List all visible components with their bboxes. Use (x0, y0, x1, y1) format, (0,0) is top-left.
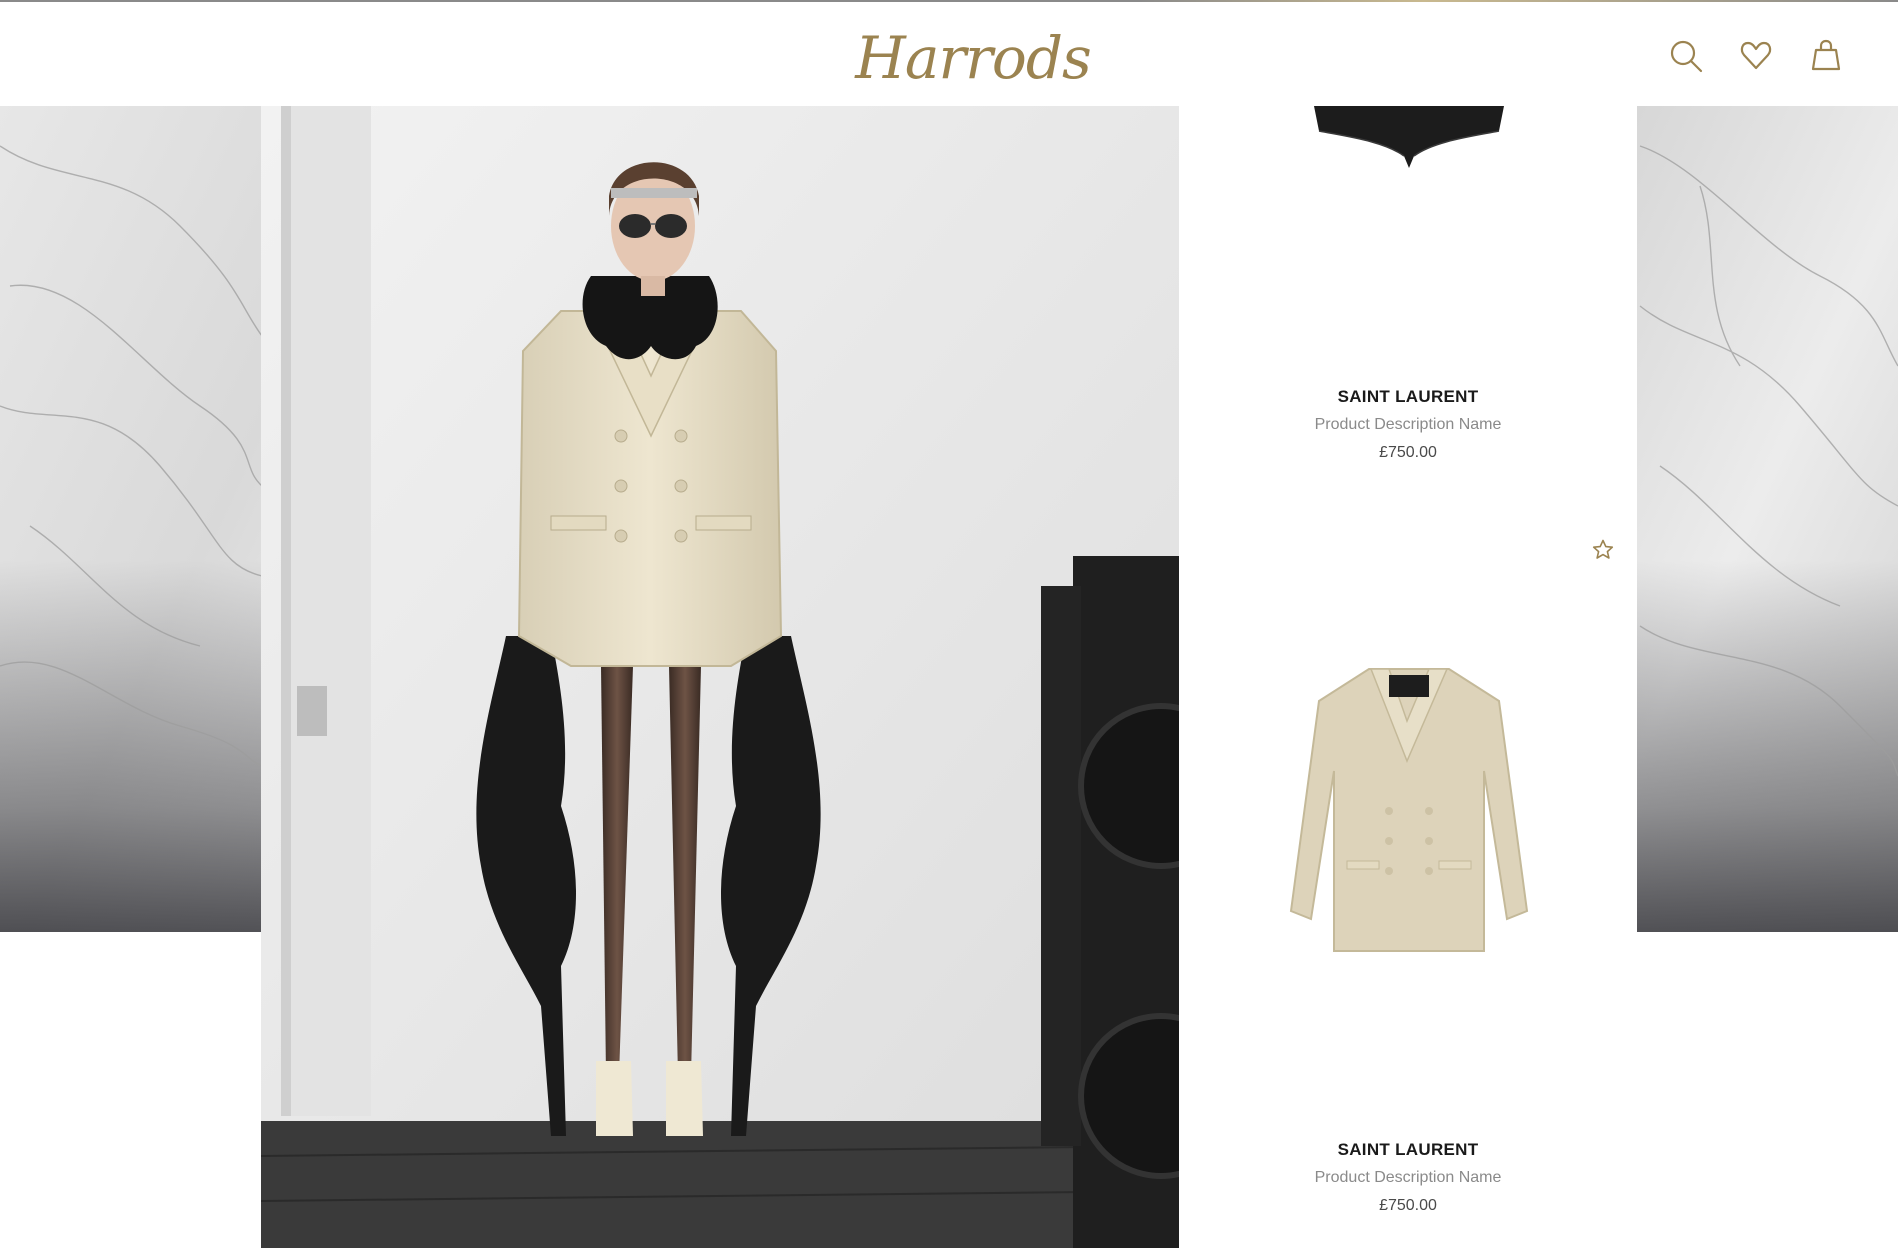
product-price: £750.00 (1379, 444, 1437, 461)
product-price: £750.00 (1379, 1197, 1437, 1214)
product-description[interactable]: Product Description Name (1179, 414, 1637, 436)
product-panel: SAINT LAURENT Product Description Name £… (1179, 106, 1637, 1248)
model-illustration (261, 106, 1179, 1248)
search-icon[interactable] (1668, 38, 1704, 74)
product-description[interactable]: Product Description Name (1179, 1167, 1637, 1189)
product-card[interactable]: SAINT LAURENT Product Description Name £… (1179, 1139, 1637, 1217)
product-brand[interactable]: SAINT LAURENT (1179, 386, 1637, 408)
product-image-jacket[interactable] (1279, 661, 1539, 961)
heart-icon[interactable] (1738, 38, 1774, 74)
lifestyle-photo (261, 106, 1179, 1248)
bag-icon[interactable] (1808, 38, 1844, 74)
product-brand[interactable]: SAINT LAURENT (1179, 1139, 1637, 1161)
site-header: Harrods (0, 2, 1898, 106)
product-image-shorts[interactable] (1314, 106, 1504, 170)
product-card[interactable]: SAINT LAURENT Product Description Name £… (1179, 386, 1637, 464)
page: Harrods SAINT LAURENT Product Descriptio… (0, 0, 1898, 1248)
harrods-logo[interactable]: Harrods (855, 22, 1091, 94)
wishlist-star-icon[interactable] (1591, 538, 1615, 562)
